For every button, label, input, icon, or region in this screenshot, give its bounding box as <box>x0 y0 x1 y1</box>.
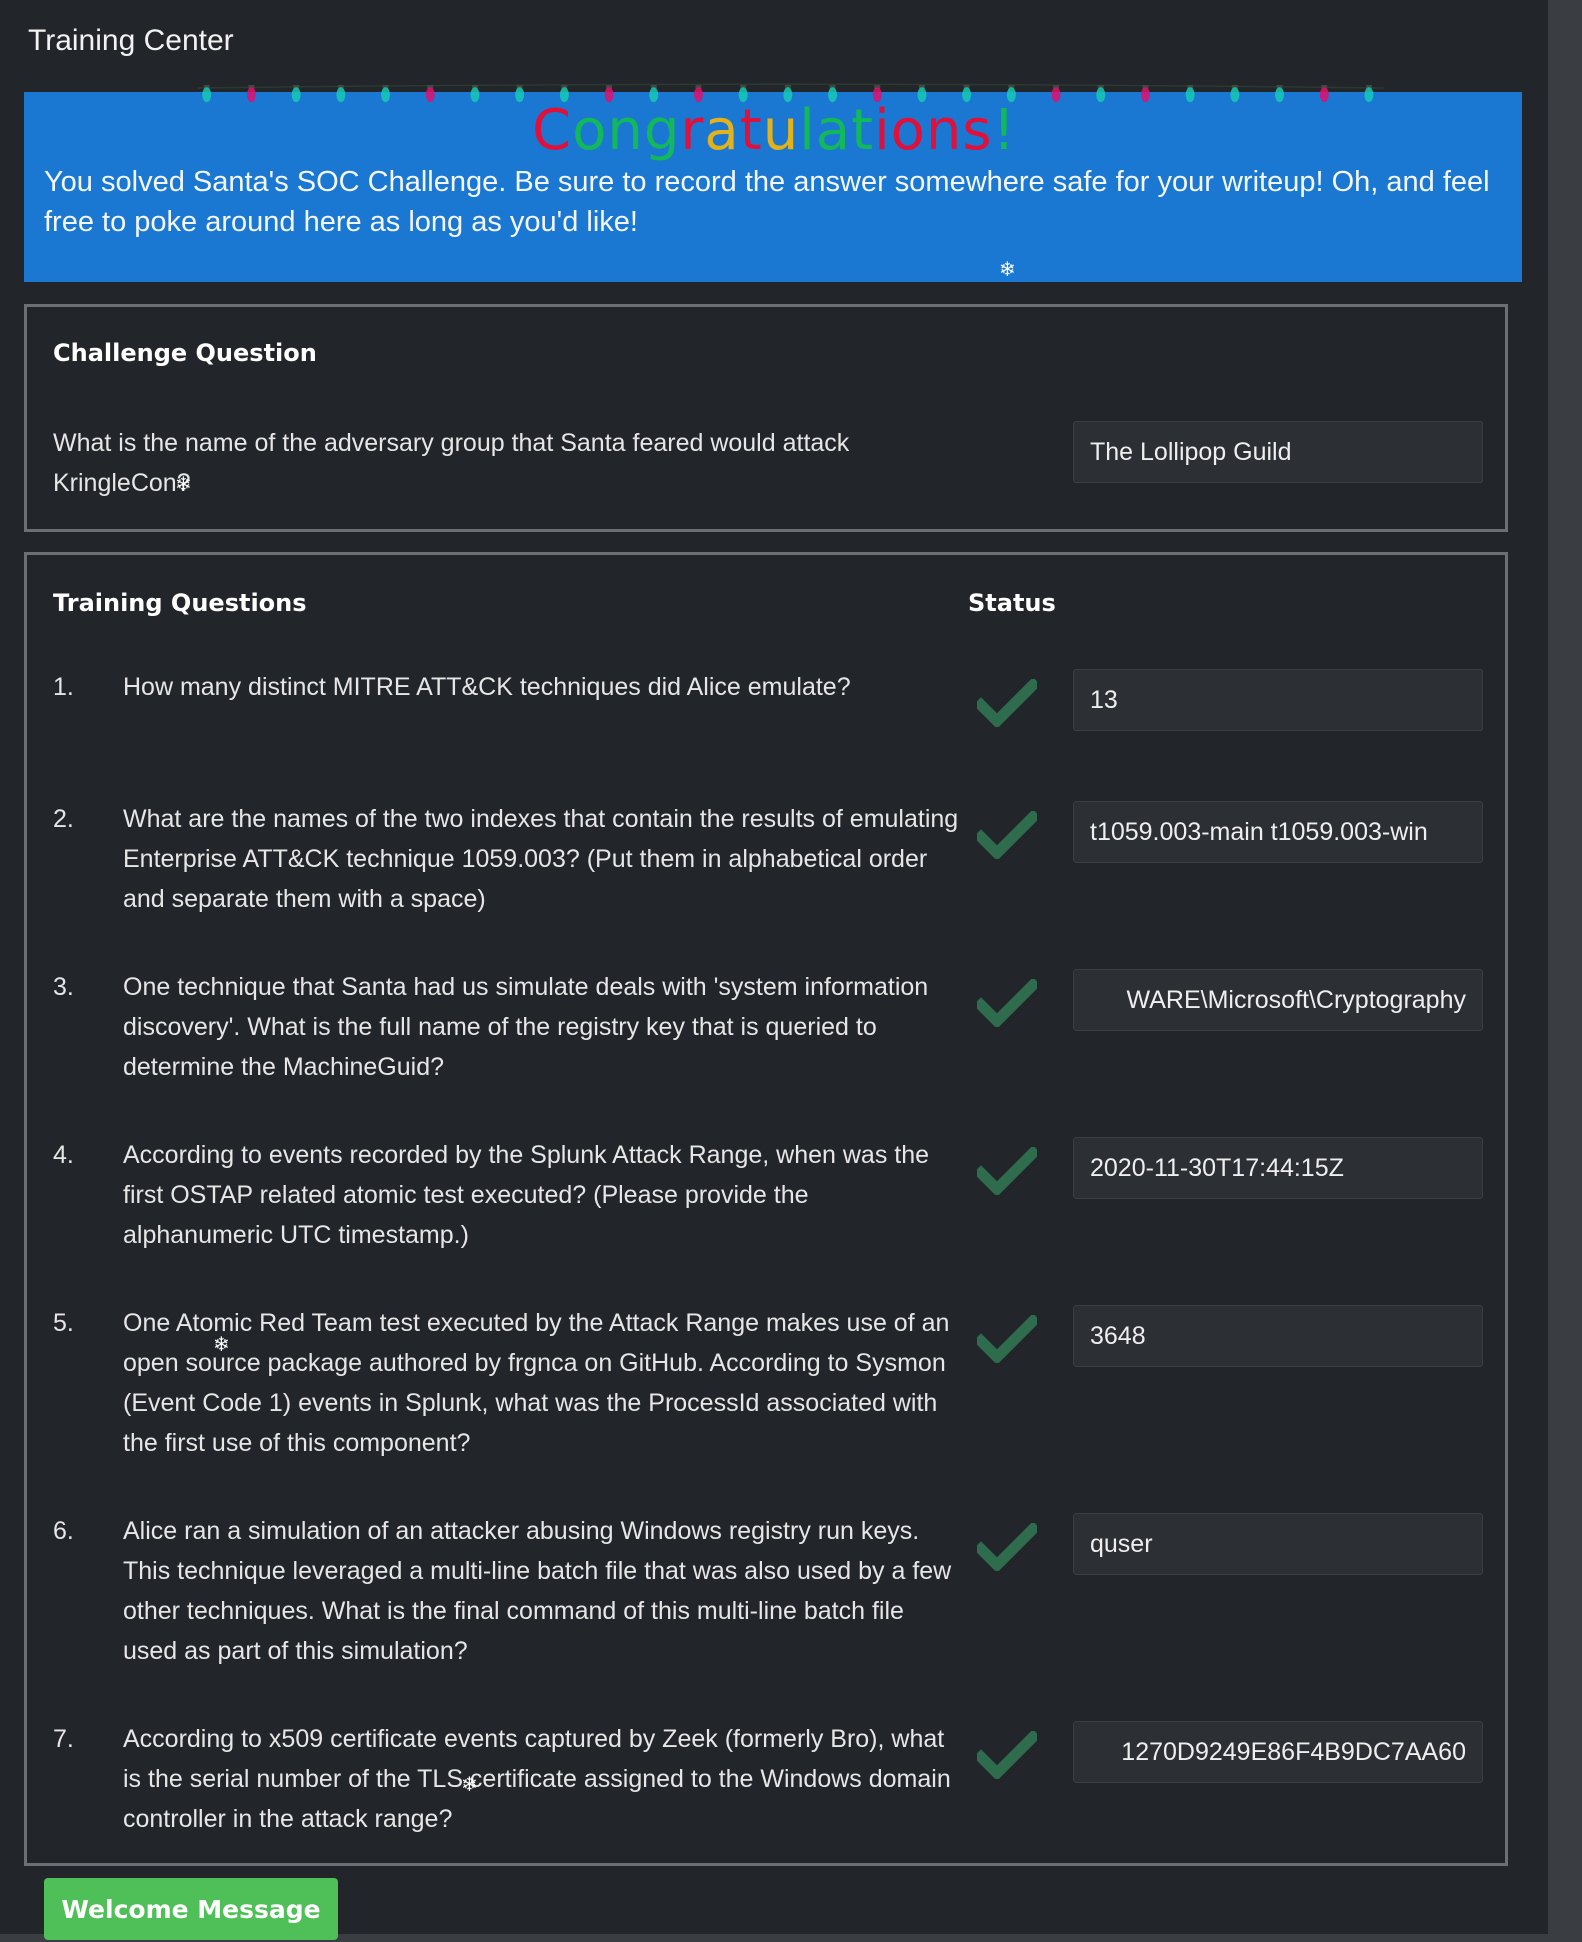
training-answer-field[interactable]: 2020-11-30T17:44:15Z <box>1073 1137 1483 1199</box>
app-title: Training Center <box>28 24 234 57</box>
check-icon <box>977 679 1037 727</box>
question-number: 7. <box>53 1725 74 1753</box>
question-number: 2. <box>53 805 74 833</box>
congratulations-heading: Congratulations! <box>531 98 1017 163</box>
snowflake-icon: ❄ <box>461 1774 478 1796</box>
training-question: How many distinct MITRE ATT&CK technique… <box>123 673 851 701</box>
banner-message: You solved Santa's SOC Challenge. Be sur… <box>44 166 1490 238</box>
training-heading: Training Questions <box>53 589 307 617</box>
training-question: According to x509 certificate events cap… <box>123 1725 951 1833</box>
challenge-heading: Challenge Question <box>53 339 317 367</box>
training-center-page: Training Center You solved Santa's SOC C… <box>0 0 1548 1940</box>
question-number: 1. <box>53 673 74 701</box>
question-number: 4. <box>53 1141 74 1169</box>
training-question: According to events recorded by the Splu… <box>123 1141 930 1249</box>
question-number: 3. <box>53 973 74 1001</box>
question-number: 5. <box>53 1309 74 1337</box>
question-number: 6. <box>53 1517 74 1545</box>
training-answer-field[interactable]: quser <box>1073 1513 1483 1575</box>
training-answer-field[interactable]: 13 <box>1073 669 1483 731</box>
check-icon <box>977 1315 1037 1363</box>
check-icon <box>977 1523 1037 1571</box>
check-icon <box>977 811 1037 859</box>
training-question: One technique that Santa had us simulate… <box>123 973 929 1081</box>
training-question: One Atomic Red Team test executed by the… <box>123 1309 950 1457</box>
training-question: What are the names of the two indexes th… <box>123 805 959 913</box>
check-icon <box>977 1731 1037 1779</box>
training-panel: Training Questions Status 1. How many di… <box>24 552 1508 1866</box>
challenge-panel: Challenge Question What is the name of t… <box>24 304 1508 532</box>
check-icon <box>977 979 1037 1027</box>
training-answer-field[interactable]: 1270D9249E86F4B9DC7AA60 <box>1073 1721 1483 1783</box>
status-heading: Status <box>968 589 1056 617</box>
snowflake-icon: ❄ <box>175 474 192 496</box>
welcome-message-button[interactable]: Welcome Message <box>44 1878 338 1940</box>
training-answer-field[interactable]: 3648 <box>1073 1305 1483 1367</box>
training-question: Alice ran a simulation of an attacker ab… <box>123 1517 952 1665</box>
check-icon <box>977 1147 1037 1195</box>
training-answer-field[interactable]: t1059.003-main t1059.003-win <box>1073 801 1483 863</box>
snowflake-icon: ❄ <box>213 1334 230 1356</box>
snowflake-icon: ❄ <box>999 259 1016 281</box>
challenge-answer-field[interactable]: The Lollipop Guild <box>1073 421 1483 483</box>
training-answer-field[interactable]: WARE\Microsoft\Cryptography <box>1073 969 1483 1031</box>
